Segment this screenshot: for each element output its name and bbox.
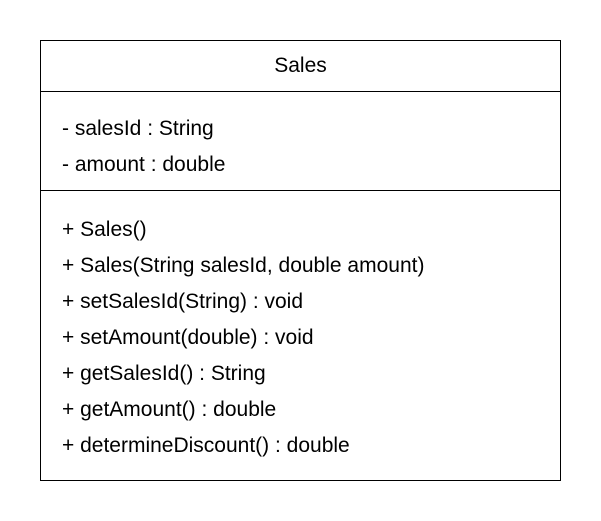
method-set-amount: + setAmount(double) : void: [62, 326, 314, 349]
class-name: Sales: [274, 54, 327, 77]
method-set-sales-id: + setSalesId(String) : void: [62, 290, 304, 313]
attribute-amount: - amount : double: [62, 153, 226, 176]
uml-class-box: Sales - salesId : String - amount : doub…: [40, 40, 561, 481]
method-determine-discount: + determineDiscount() : double: [62, 434, 350, 457]
method-get-sales-id: + getSalesId() : String: [62, 362, 266, 385]
attributes-section: - salesId : String - amount : double: [41, 92, 560, 191]
attribute-sales-id: - salesId : String: [62, 117, 214, 140]
methods-section: + Sales() + Sales(String salesId, double…: [41, 191, 560, 464]
method-get-amount: + getAmount() : double: [62, 398, 277, 421]
method-constructor-default: + Sales(): [62, 218, 147, 241]
method-constructor-params: + Sales(String salesId, double amount): [62, 254, 425, 277]
class-name-section: Sales: [41, 41, 560, 92]
